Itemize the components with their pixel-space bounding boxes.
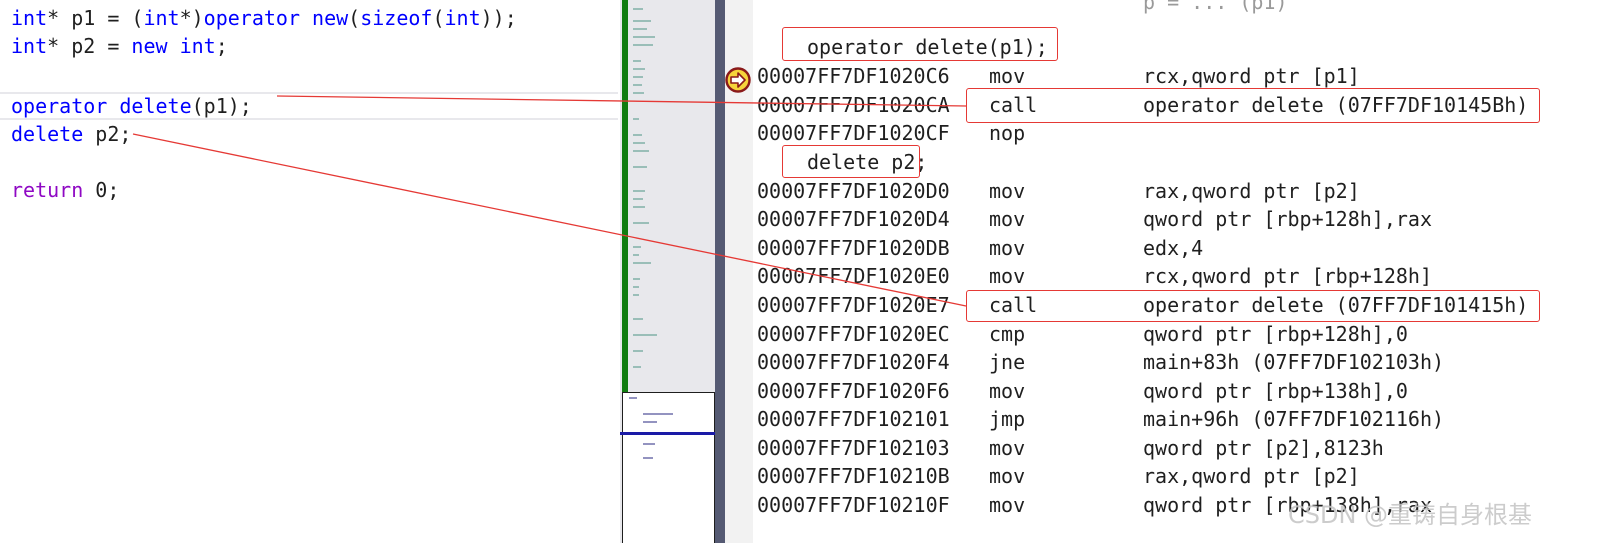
instruction-mnemonic: nop (989, 121, 1026, 145)
instruction-address: 00007FF7DF1020F6 (757, 379, 950, 403)
instruction-address: 00007FF7DF1020E0 (757, 264, 950, 288)
code-token: new (131, 34, 168, 58)
code-token: ; (215, 34, 228, 58)
code-token: ( (348, 6, 361, 30)
instruction-operands: rax,qword ptr [p2] (1143, 464, 1360, 488)
code-token: return (11, 178, 84, 202)
code-minimap[interactable] (620, 0, 715, 543)
instruction-mnemonic: mov (989, 493, 1026, 517)
next-statement-arrow-icon[interactable] (725, 67, 751, 93)
instruction-address: 00007FF7DF102101 (757, 407, 950, 431)
instruction-mnemonic: mov (989, 464, 1026, 488)
instruction-mnemonic: mov (989, 264, 1026, 288)
instruction-address: 00007FF7DF1020DB (757, 236, 950, 260)
code-token: int (143, 6, 180, 30)
call-instruction-box-1 (966, 88, 1540, 123)
code-token: operator delete (11, 94, 192, 118)
instruction-address: 00007FF7DF1020C6 (757, 64, 950, 88)
instruction-mnemonic: jmp (989, 407, 1026, 431)
instruction-operands: rcx,qword ptr [p1] (1143, 64, 1360, 88)
minimap-caret-line (620, 432, 715, 435)
source-line-2[interactable]: int* p2 = new int; (11, 32, 228, 60)
code-token: * p1 = ( (47, 6, 144, 30)
code-token: (p1); (191, 94, 252, 118)
source-line-1[interactable]: int* p1 = (int*)operator new(sizeof(int)… (11, 4, 517, 32)
instruction-mnemonic: mov (989, 64, 1026, 88)
instruction-operands: qword ptr [rbp+128h],rax (1143, 207, 1432, 231)
instruction-address: 00007FF7DF10210B (757, 464, 950, 488)
instruction-operands: edx,4 (1143, 236, 1204, 260)
instruction-address: 00007FF7DF10210F (757, 493, 950, 517)
code-token: int (179, 34, 216, 58)
code-token: *) (179, 6, 204, 30)
source-ref-box-2 (782, 145, 920, 178)
disassembly-view[interactable]: p = ... (p1) operator delete(p1); delete… (753, 0, 1602, 543)
instruction-mnemonic: jne (989, 350, 1026, 374)
instruction-operands: rax,qword ptr [p2] (1143, 179, 1360, 203)
margin-bar (715, 0, 725, 543)
instruction-address: 00007FF7DF1020D0 (757, 179, 950, 203)
instruction-address: 00007FF7DF1020D4 (757, 207, 950, 231)
code-token: * p2 = (47, 34, 132, 58)
code-token: operator new (203, 6, 349, 30)
instruction-address: 00007FF7DF1020E7 (757, 293, 950, 317)
watermark: CSDN @重铸自身根基 (1288, 501, 1533, 529)
code-token: int (11, 6, 48, 30)
instruction-operands: qword ptr [rbp+128h],0 (1143, 322, 1408, 346)
source-line-7[interactable]: return 0; (11, 176, 119, 204)
code-token: p2; (83, 122, 132, 146)
instruction-operands: rcx,qword ptr [rbp+128h] (1143, 264, 1432, 288)
instruction-address: 00007FF7DF1020CA (757, 93, 950, 117)
code-token: ( (432, 6, 445, 30)
instruction-operands: qword ptr [rbp+138h],0 (1143, 379, 1408, 403)
source-line-4[interactable]: operator delete(p1); (11, 92, 252, 120)
minimap-viewport[interactable] (622, 392, 715, 543)
instruction-operands: main+96h (07FF7DF102116h) (1143, 407, 1445, 431)
code-token: 0; (83, 178, 120, 202)
call-instruction-box-2 (966, 290, 1540, 322)
instruction-operands: main+83h (07FF7DF102103h) (1143, 350, 1445, 374)
code-token: int (11, 34, 48, 58)
instruction-address: 00007FF7DF1020F4 (757, 350, 950, 374)
source-ref-box-1 (782, 27, 1058, 61)
instruction-mnemonic: mov (989, 236, 1026, 260)
instruction-address: 00007FF7DF1020CF (757, 121, 950, 145)
instruction-mnemonic: cmp (989, 322, 1026, 346)
instruction-address: 00007FF7DF1020EC (757, 322, 950, 346)
instruction-address: 00007FF7DF102103 (757, 436, 950, 460)
instruction-mnemonic: mov (989, 179, 1026, 203)
code-token: sizeof (360, 6, 433, 30)
instruction-mnemonic: mov (989, 436, 1026, 460)
instruction-mnemonic: mov (989, 379, 1026, 403)
code-token: )); (480, 6, 517, 30)
instruction-mnemonic: mov (989, 207, 1026, 231)
source-line-5[interactable]: delete p2; (11, 120, 131, 148)
instruction-operands: qword ptr [p2],8123h (1143, 436, 1384, 460)
code-token: delete (11, 122, 84, 146)
source-editor[interactable]: int* p1 = (int*)operator new(sizeof(int)… (0, 0, 620, 543)
code-token: int (444, 6, 481, 30)
